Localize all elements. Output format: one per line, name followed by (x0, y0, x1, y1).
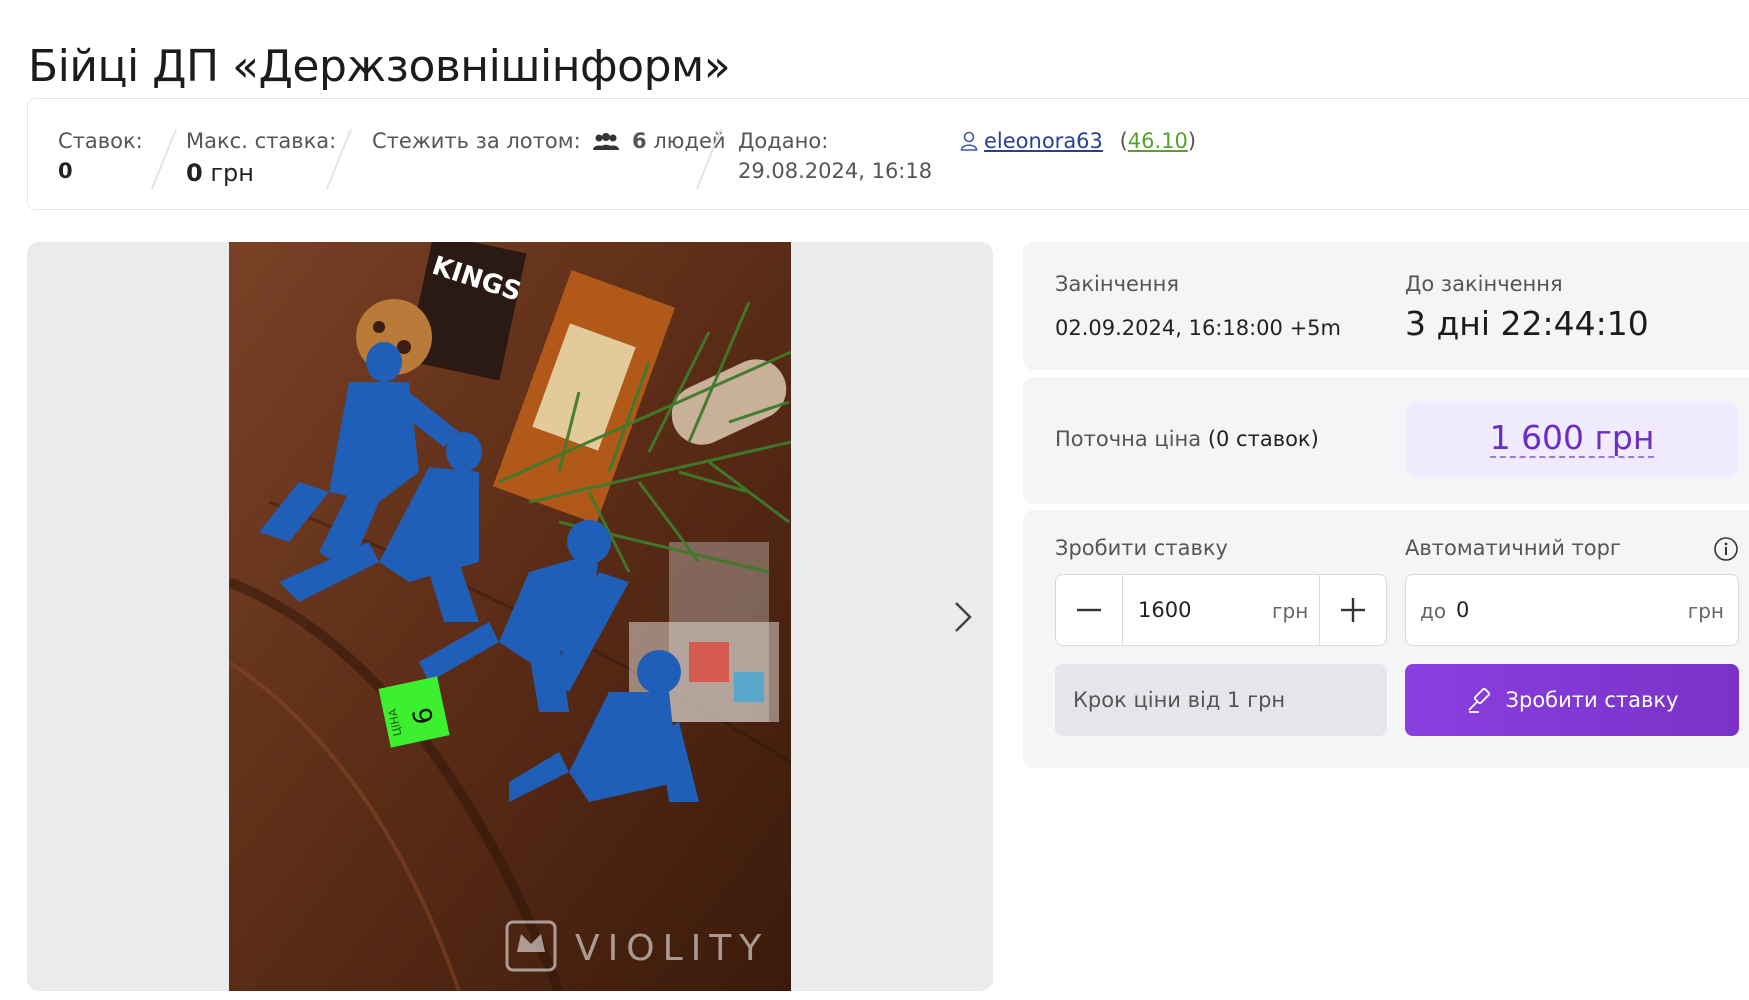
max-bid-currency: грн (210, 159, 254, 187)
decrease-bid-button[interactable] (1056, 575, 1123, 645)
auto-bid-label: Автоматичний торг (1405, 536, 1621, 560)
price-sticker: ЦІНА 6 (378, 676, 450, 748)
added-stat: Додано: 29.08.2024, 16:18 (738, 129, 932, 183)
user-icon (960, 131, 978, 156)
max-bid-stat: Макс. ставка: 0 грн (186, 129, 336, 187)
divider (150, 129, 178, 189)
increase-bid-button[interactable] (1319, 575, 1386, 645)
auction-timing-panel: Закінчення 02.09.2024, 16:18:00 +5m До з… (1023, 242, 1749, 370)
current-price-panel: Поточна ціна (0 ставок) 1 600 грн (1023, 377, 1749, 504)
plus-icon (1341, 598, 1365, 622)
lot-stats-bar: Ставок: 0 Макс. ставка: 0 грн Стежить за… (27, 98, 1749, 210)
auto-bid-value[interactable]: 0 (1456, 598, 1469, 622)
seller-link[interactable]: eleonora63 (984, 129, 1103, 153)
lot-photo[interactable]: KINGS ЦІНА 6 VIOLITY (229, 242, 791, 991)
remaining-label: До закінчення (1405, 272, 1563, 296)
bid-amount-input[interactable] (1138, 598, 1258, 622)
place-bid-button[interactable]: Зробити ставку (1405, 664, 1739, 736)
added-value: 29.08.2024, 16:18 (738, 159, 933, 183)
minus-icon (1077, 608, 1101, 612)
bids-label: Ставок: (58, 129, 143, 153)
auto-bid-prefix: до (1420, 599, 1447, 623)
end-value: 02.09.2024, 16:18:00 +5m (1055, 316, 1341, 340)
info-icon[interactable] (1713, 536, 1739, 566)
svg-text:VIOLITY: VIOLITY (575, 928, 769, 969)
auto-bid-field[interactable]: до 0 грн (1405, 574, 1739, 646)
watchers-stat: Стежить за лотом: 6 людей (372, 129, 726, 156)
added-label: Додано: (738, 129, 829, 153)
bid-label: Зробити ставку (1055, 536, 1228, 560)
bid-currency: грн (1272, 599, 1309, 623)
bids-value: 0 (58, 159, 73, 183)
place-bid-label: Зробити ставку (1505, 688, 1679, 712)
lot-photo-illustration: KINGS ЦІНА 6 VIOLITY (229, 242, 791, 991)
page-title: Бійці ДП «Держзовнішінформ» (28, 41, 731, 93)
current-price-bids: (0 ставок) (1207, 427, 1319, 451)
next-image-button[interactable] (943, 592, 983, 642)
current-price-box: 1 600 грн (1405, 401, 1739, 477)
bids-count-stat: Ставок: 0 (58, 129, 143, 183)
seller-info: eleonora63 (46.10) (960, 129, 1196, 156)
price-step-info: Крок ціни від 1 грн (1055, 664, 1387, 736)
image-gallery: KINGS ЦІНА 6 VIOLITY (27, 242, 993, 991)
max-bid-label: Макс. ставка: (186, 129, 337, 153)
chevron-right-icon (955, 602, 972, 632)
watchers-label: Стежить за лотом: (372, 129, 581, 153)
people-icon (591, 132, 621, 156)
countdown-timer: 3 дні 22:44:10 (1405, 304, 1649, 343)
watchers-count: 6 (632, 129, 647, 153)
bid-stepper: грн (1055, 574, 1387, 646)
current-price-label: Поточна ціна (0 ставок) (1055, 427, 1319, 451)
max-bid-amount: 0 (186, 159, 203, 187)
end-label: Закінчення (1055, 272, 1180, 296)
gavel-icon (1467, 687, 1490, 713)
auto-bid-currency: грн (1687, 599, 1724, 623)
seller-rating[interactable]: 46.10 (1128, 129, 1188, 153)
bid-form-panel: Зробити ставку Автоматичний торг грн до … (1023, 510, 1749, 768)
current-price-value[interactable]: 1 600 грн (1489, 419, 1655, 459)
